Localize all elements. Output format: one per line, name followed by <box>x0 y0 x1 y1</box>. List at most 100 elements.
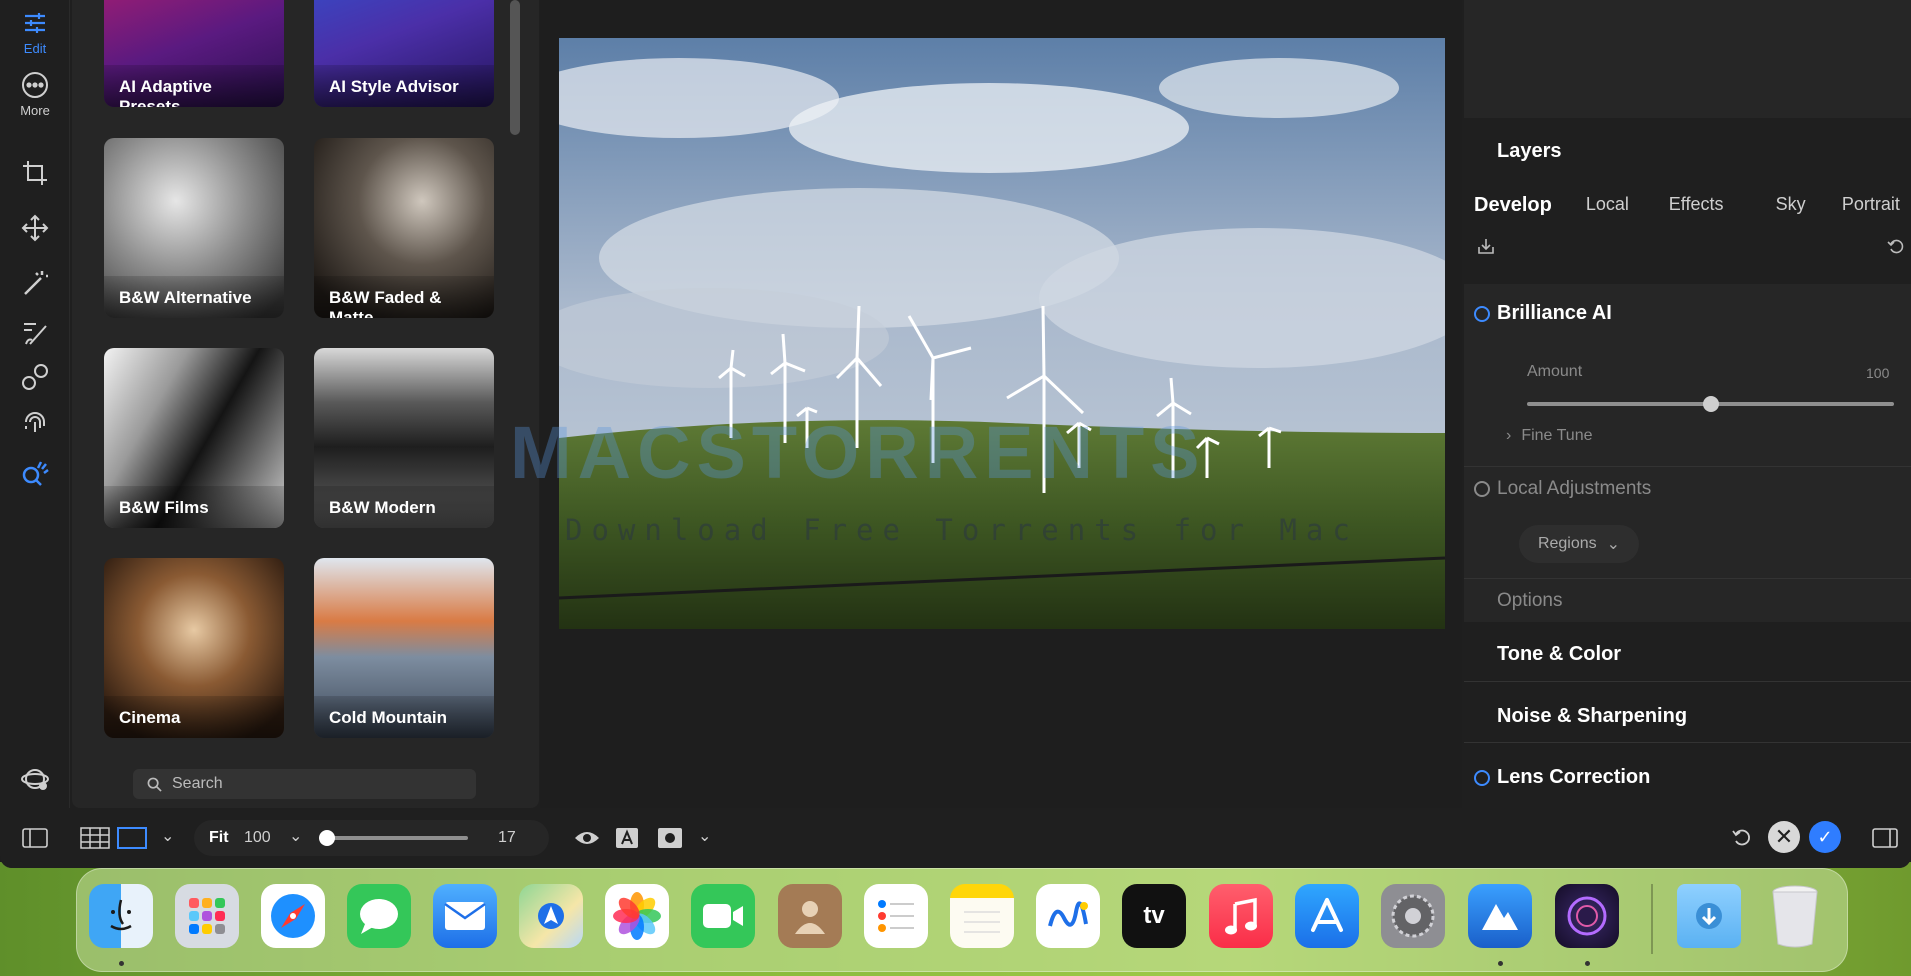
chat-bubble-icon <box>360 899 398 934</box>
messages-icon[interactable] <box>347 884 411 948</box>
preset-card-bw-alternative[interactable]: B&W Alternative <box>104 138 284 318</box>
lined-paper-icon <box>964 911 1000 933</box>
mail-icon[interactable] <box>433 884 497 948</box>
gear-icon <box>1391 894 1435 938</box>
regions-dropdown[interactable]: Regions ⌄ <box>1519 525 1639 563</box>
amount-label: Amount <box>1527 363 1583 380</box>
local-adjustments-toggle[interactable] <box>1474 481 1490 497</box>
local-adjustments-title[interactable]: Local Adjustments <box>1497 478 1651 500</box>
reminders-icon[interactable] <box>864 884 928 948</box>
preset-label: B&W Faded & Matte <box>314 276 494 318</box>
lens-correction-toggle[interactable] <box>1474 770 1490 786</box>
preset-label: Cinema <box>104 696 284 738</box>
shapes-icon <box>22 364 48 390</box>
more-tool-button[interactable]: More <box>0 70 70 118</box>
preset-label: B&W Modern <box>314 486 494 528</box>
size-slider-knob[interactable] <box>319 830 335 846</box>
extensions-tool-button[interactable] <box>0 764 70 794</box>
layers-tool-button[interactable] <box>0 362 70 392</box>
freeform-icon[interactable] <box>1036 884 1100 948</box>
presets-search-tool-button[interactable] <box>0 458 70 488</box>
single-view-icon[interactable] <box>117 827 147 849</box>
photos-icon[interactable] <box>605 884 669 948</box>
preset-card-ai-adaptive[interactable]: AI Adaptive Presets <box>104 0 284 107</box>
safari-icon[interactable] <box>261 884 325 948</box>
trash-icon[interactable] <box>1763 884 1827 948</box>
envelope-icon <box>444 902 486 930</box>
facetime-icon[interactable] <box>691 884 755 948</box>
preset-card-cinema[interactable]: Cinema <box>104 558 284 738</box>
preset-label: B&W Films <box>104 486 284 528</box>
search-icon <box>147 777 162 792</box>
magic-wand-tool-button[interactable] <box>0 268 70 298</box>
tab-local[interactable]: Local <box>1586 188 1669 223</box>
music-icon[interactable] <box>1209 884 1273 948</box>
text-overlay-icon[interactable] <box>616 828 638 848</box>
preset-card-bw-faded-matte[interactable]: B&W Faded & Matte <box>314 138 494 318</box>
notes-icon[interactable] <box>950 884 1014 948</box>
brilliance-title[interactable]: Brilliance AI <box>1497 302 1612 325</box>
zoom-dropdown-chevron-icon[interactable]: ⌄ <box>289 826 302 846</box>
launchpad-grid-icon <box>189 898 225 934</box>
zoom-value[interactable]: 100 <box>244 829 271 847</box>
tab-effects[interactable]: Effects <box>1669 188 1766 223</box>
apple-tv-icon[interactable]: tv <box>1122 884 1186 948</box>
brush-tool-button[interactable] <box>0 318 70 348</box>
tab-portrait[interactable]: Portrait <box>1842 188 1911 223</box>
regions-label: Regions <box>1537 535 1597 552</box>
system-settings-icon[interactable] <box>1381 884 1445 948</box>
preset-card-ai-style-advisor[interactable]: AI Style Advisor <box>314 0 494 107</box>
fit-button[interactable]: Fit <box>209 829 229 847</box>
noise-sharpening-section[interactable]: Noise & Sharpening <box>1497 705 1687 728</box>
crop-tool-button[interactable] <box>0 158 70 188</box>
preset-label: B&W Alternative <box>104 276 284 318</box>
edit-tool-button[interactable]: Edit <box>0 8 70 56</box>
mask-icon[interactable] <box>658 828 682 848</box>
reset-icon[interactable] <box>1886 236 1906 256</box>
grid-view-icon[interactable] <box>80 827 110 849</box>
apply-button[interactable]: ✓ <box>1809 821 1841 853</box>
apple-tv-label: tv <box>1143 902 1165 929</box>
contacts-icon[interactable] <box>778 884 842 948</box>
tab-sky[interactable]: Sky <box>1776 188 1840 223</box>
panel-tabs: Develop Local Effects Sky Portrait <box>1472 188 1911 223</box>
brilliance-toggle[interactable] <box>1474 306 1490 322</box>
tone-color-section[interactable]: Tone & Color <box>1497 643 1621 666</box>
capture-one-icon[interactable] <box>1555 884 1619 948</box>
preset-label: AI Adaptive Presets <box>104 65 284 107</box>
divider <box>1464 578 1911 579</box>
fine-tune-toggle[interactable]: › Fine Tune <box>1506 427 1592 445</box>
finder-icon[interactable] <box>89 884 153 948</box>
size-value: 17 <box>498 829 516 846</box>
options-label[interactable]: Options <box>1497 590 1562 612</box>
move-tool-button[interactable] <box>0 213 70 243</box>
preset-search-input[interactable]: Search <box>133 769 476 799</box>
launchpad-icon[interactable] <box>175 884 239 948</box>
right-panel-toggle-icon[interactable] <box>1872 828 1898 848</box>
presets-scrollbar[interactable] <box>510 0 520 135</box>
sidebar-toggle-icon[interactable] <box>22 828 48 848</box>
search-hand-icon <box>22 461 49 486</box>
divider <box>1464 466 1911 467</box>
save-preset-icon[interactable] <box>1476 236 1496 256</box>
eye-icon[interactable] <box>574 828 600 848</box>
app-store-icon[interactable] <box>1295 884 1359 948</box>
portrait-tool-button[interactable] <box>0 408 70 438</box>
fine-tune-label: Fine Tune <box>1521 427 1593 444</box>
maps-icon[interactable] <box>519 884 583 948</box>
cancel-button[interactable]: ✕ <box>1768 821 1800 853</box>
downloads-folder-icon[interactable] <box>1677 884 1741 948</box>
mask-dropdown-chevron-icon[interactable]: ⌄ <box>698 826 711 846</box>
preset-card-bw-modern[interactable]: B&W Modern <box>314 348 494 528</box>
undo-icon[interactable] <box>1731 826 1753 848</box>
running-indicator <box>119 961 124 966</box>
view-dropdown-chevron-icon[interactable]: ⌄ <box>161 826 174 846</box>
tab-develop[interactable]: Develop <box>1474 188 1572 223</box>
size-slider-track[interactable] <box>326 836 468 840</box>
luminar-icon[interactable] <box>1468 884 1532 948</box>
video-camera-icon <box>703 904 743 928</box>
preset-card-cold-mountain[interactable]: Cold Mountain <box>314 558 494 738</box>
preset-card-bw-films[interactable]: B&W Films <box>104 348 284 528</box>
lens-correction-section[interactable]: Lens Correction <box>1497 766 1650 789</box>
amount-slider-knob[interactable] <box>1703 396 1719 412</box>
